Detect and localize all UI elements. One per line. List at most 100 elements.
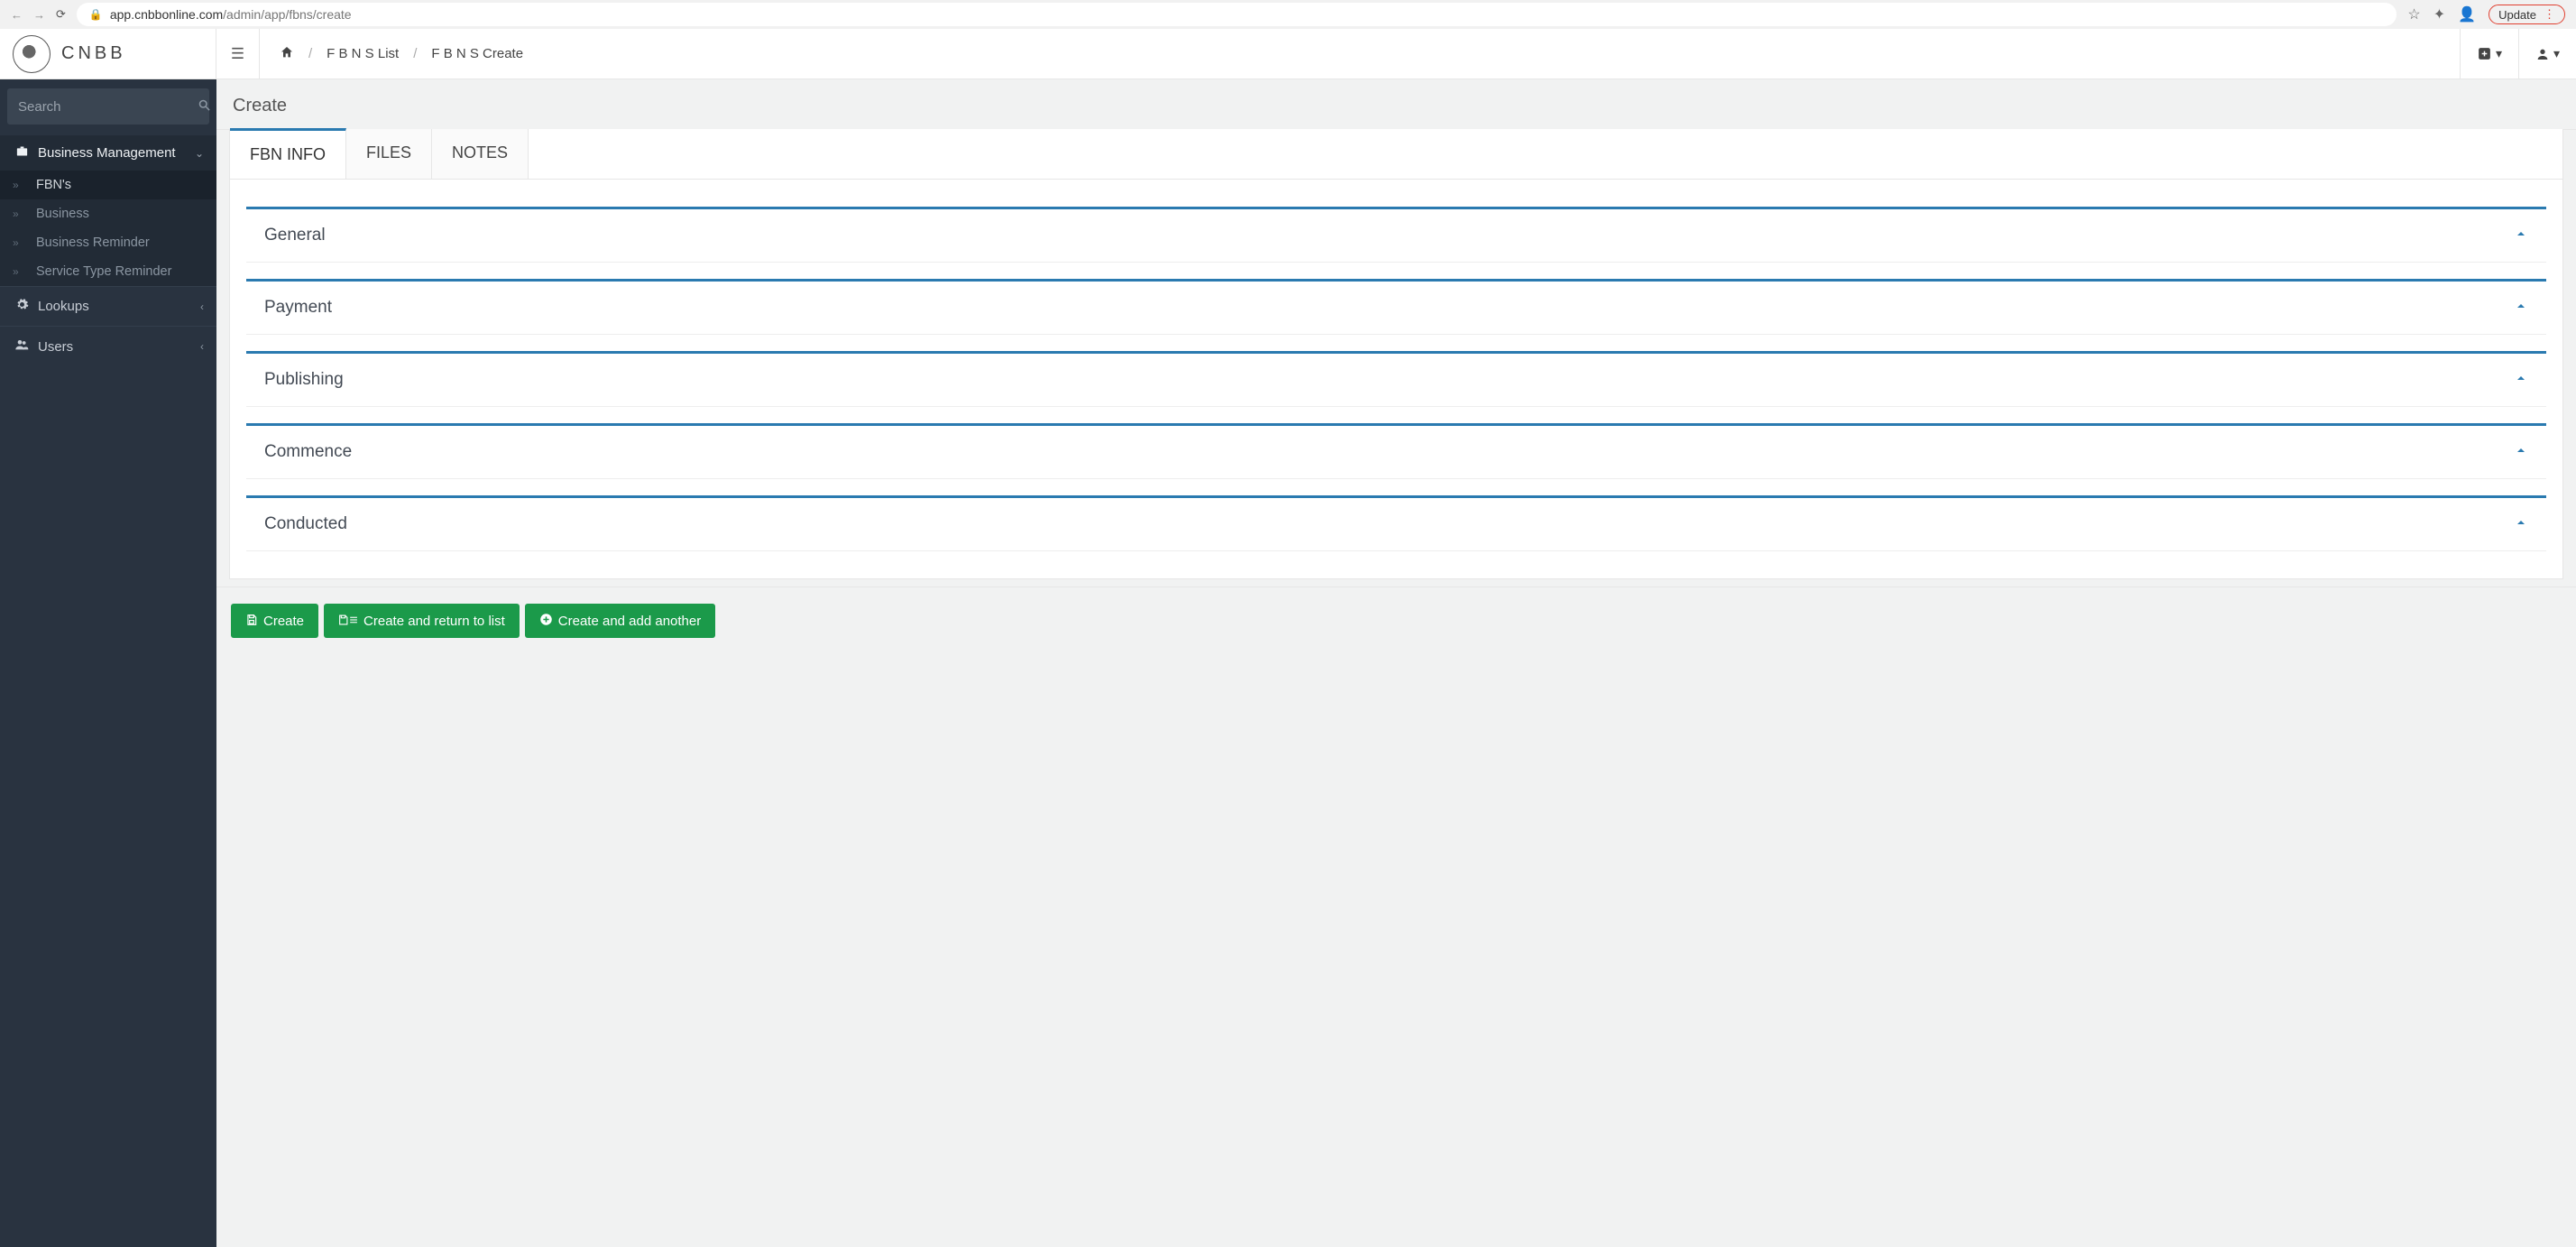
create-button[interactable]: Create [231, 604, 318, 638]
plus-circle-icon [539, 613, 553, 629]
accordion-title: Conducted [264, 514, 347, 534]
breadcrumb: / F B N S List / F B N S Create [260, 45, 543, 63]
accordion-head-commence[interactable]: Commence [246, 423, 2546, 479]
sidebar-item-label: Business [36, 207, 89, 221]
search-icon[interactable] [198, 98, 211, 115]
tabs: FBN INFO FILES NOTES [230, 129, 2562, 180]
footer-actions: Create Create and return to list Create … [216, 587, 2576, 661]
add-menu-button[interactable]: ▾ [2460, 29, 2518, 79]
accordion-conducted: Conducted [246, 495, 2546, 551]
sidebar-item-label: FBN's [36, 178, 71, 192]
caret-down-icon: ▾ [2496, 46, 2502, 61]
browser-right: ☆ ✦ 👤 Update ⋮ [2404, 5, 2569, 24]
tab-fbn-info[interactable]: FBN INFO [230, 128, 346, 179]
user-menu-button[interactable]: ▾ [2518, 29, 2576, 79]
panel: FBN INFO FILES NOTES General [229, 129, 2563, 579]
sidebar-section-label: Business Management [38, 145, 176, 161]
chevron-right-icon: » [13, 208, 31, 220]
accordion-commence: Commence [246, 423, 2546, 479]
chevron-left-icon: ‹ [200, 300, 204, 313]
logo-text: CNBB [61, 43, 126, 64]
accordion-head-publishing[interactable]: Publishing [246, 351, 2546, 407]
page-title: Create [216, 79, 2576, 130]
plus-square-icon [2477, 46, 2492, 61]
nav-reload-icon[interactable]: ⟳ [56, 7, 66, 22]
create-return-button[interactable]: Create and return to list [324, 604, 520, 638]
chevron-right-icon: » [13, 179, 31, 191]
chevron-up-icon [2514, 443, 2528, 462]
hamburger-icon: ☰ [231, 45, 244, 63]
breadcrumb-list-link[interactable]: F B N S List [327, 46, 399, 61]
sidebar-item-business-reminder[interactable]: » Business Reminder [0, 228, 216, 257]
profile-icon[interactable]: 👤 [2458, 5, 2476, 23]
sidebar: Business Management ⌄ » FBN's » Business… [0, 79, 216, 1247]
chevron-up-icon [2514, 299, 2528, 318]
save-icon [245, 614, 258, 629]
save-list-icon [338, 614, 358, 629]
sidebar-sub-business-management: » FBN's » Business » Business Reminder »… [0, 171, 216, 286]
hamburger-button[interactable]: ☰ [216, 29, 260, 79]
topbar-right: ▾ ▾ [2460, 29, 2576, 79]
url-host: app.cnbbonline.com [110, 7, 223, 22]
logo-seal-icon [13, 35, 51, 73]
accordion-title: Commence [264, 442, 352, 462]
create-button-label: Create [263, 614, 304, 629]
nav-forward-icon: → [33, 8, 45, 22]
browser-update-button[interactable]: Update ⋮ [2489, 5, 2565, 24]
extensions-icon[interactable]: ✦ [2433, 5, 2445, 23]
sidebar-section-business-management[interactable]: Business Management ⌄ [0, 135, 216, 171]
breadcrumb-sep: / [413, 46, 417, 61]
nav-back-icon[interactable]: ← [11, 8, 23, 22]
address-bar[interactable]: 🔒 app.cnbbonline.com/admin/app/fbns/crea… [77, 3, 2397, 26]
chevron-up-icon [2514, 371, 2528, 390]
briefcase-icon [13, 144, 31, 162]
sidebar-search[interactable] [7, 88, 209, 125]
accordion-title: General [264, 226, 326, 245]
gear-icon [13, 298, 31, 315]
accordion-head-general[interactable]: General [246, 207, 2546, 263]
accordion-head-conducted[interactable]: Conducted [246, 495, 2546, 551]
tab-notes[interactable]: NOTES [432, 129, 529, 179]
caret-down-icon: ▾ [2553, 46, 2560, 61]
sidebar-item-label: Business Reminder [36, 236, 150, 250]
create-return-label: Create and return to list [363, 614, 505, 629]
accordion-title: Publishing [264, 370, 344, 390]
home-icon[interactable] [280, 45, 294, 63]
users-icon [13, 337, 31, 356]
sidebar-item-service-type-reminder[interactable]: » Service Type Reminder [0, 257, 216, 286]
chevron-right-icon: » [13, 236, 31, 249]
chevron-right-icon: » [13, 265, 31, 278]
main-content: Create FBN INFO FILES NOTES General [216, 79, 2576, 1247]
chevron-left-icon: ‹ [200, 340, 204, 353]
browser-chrome: ← → ⟳ 🔒 app.cnbbonline.com/admin/app/fbn… [0, 0, 2576, 29]
logo-block[interactable]: CNBB [0, 29, 216, 79]
url-path: /admin/app/fbns/create [223, 7, 351, 22]
update-label: Update [2498, 8, 2536, 22]
sidebar-item-label: Service Type Reminder [36, 264, 171, 279]
star-icon[interactable]: ☆ [2407, 5, 2420, 23]
sidebar-item-lookups[interactable]: Lookups ‹ [0, 286, 216, 326]
sidebar-item-label: Lookups [38, 299, 89, 314]
kebab-icon: ⋮ [2544, 7, 2555, 22]
url-text: app.cnbbonline.com/admin/app/fbns/create [110, 7, 352, 22]
breadcrumb-create: F B N S Create [431, 46, 523, 61]
breadcrumb-sep: / [308, 46, 312, 61]
tab-files[interactable]: FILES [346, 129, 432, 179]
accordion-title: Payment [264, 298, 332, 318]
sidebar-item-business[interactable]: » Business [0, 199, 216, 228]
sidebar-item-label: Users [38, 339, 73, 355]
user-icon [2535, 47, 2550, 61]
sidebar-item-users[interactable]: Users ‹ [0, 326, 216, 366]
app-body: Business Management ⌄ » FBN's » Business… [0, 79, 2576, 1247]
create-another-button[interactable]: Create and add another [525, 604, 715, 638]
accordion-general: General [246, 207, 2546, 263]
chevron-up-icon [2514, 515, 2528, 534]
topbar: ☰ / F B N S List / F B N S Create ▾ ▾ [216, 29, 2576, 79]
accordion-head-payment[interactable]: Payment [246, 279, 2546, 335]
browser-nav: ← → ⟳ [7, 7, 69, 22]
app-header: CNBB ☰ / F B N S List / F B N S Create ▾… [0, 29, 2576, 79]
lock-icon: 🔒 [89, 8, 103, 21]
accordion-publishing: Publishing [246, 351, 2546, 407]
search-input[interactable] [18, 99, 198, 115]
sidebar-item-fbns[interactable]: » FBN's [0, 171, 216, 199]
